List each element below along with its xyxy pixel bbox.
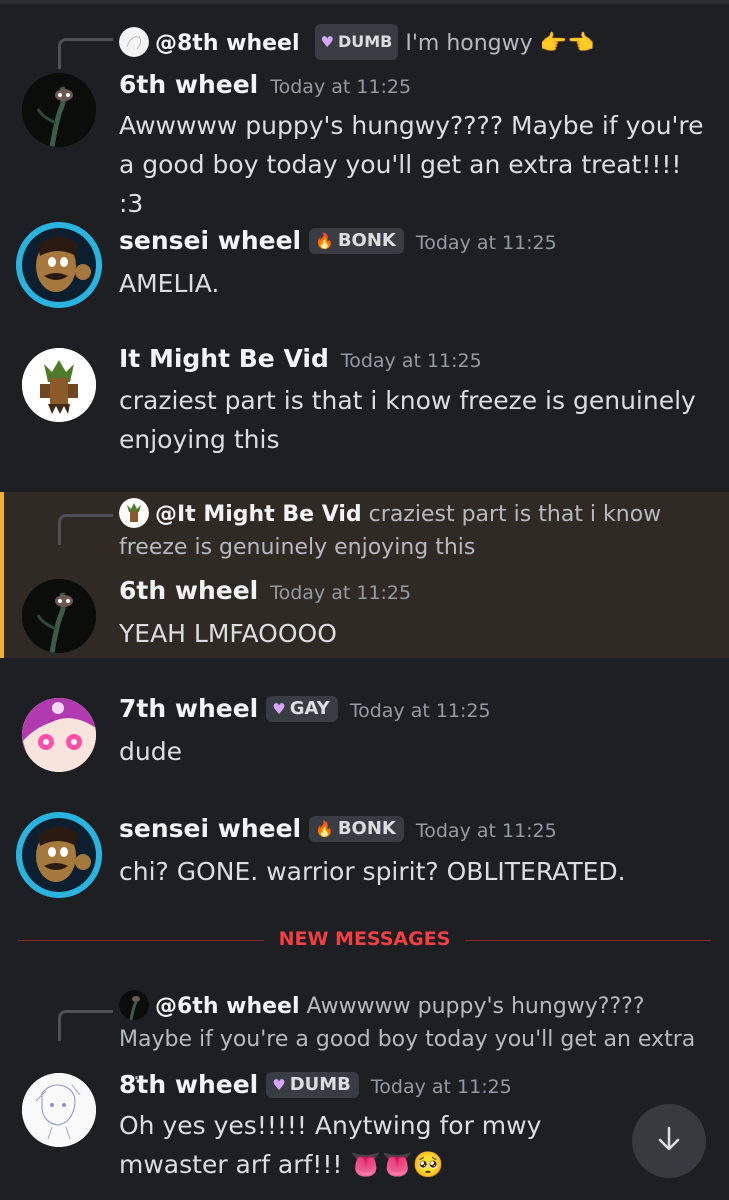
avatar[interactable] [16, 812, 102, 898]
timestamp: Today at 11:25 [340, 350, 482, 372]
avatar[interactable] [22, 73, 96, 147]
message-item-highlighted[interactable]: @It Might Be Vid craziest part is that i… [0, 492, 729, 658]
author-name[interactable]: 6th wheel [119, 576, 258, 605]
reply-avatar [119, 27, 149, 57]
role-badge: ♥ DUMB [314, 24, 399, 60]
author-name[interactable]: sensei wheel [119, 226, 301, 255]
timestamp: Today at 11:25 [270, 582, 412, 604]
author-name[interactable]: 8th wheel [119, 1070, 258, 1099]
avatar[interactable] [22, 698, 96, 772]
timestamp: Today at 11:25 [349, 700, 491, 722]
reply-preview[interactable]: @8th wheel ♥ DUMB I'm hongwy 👉👈 [119, 24, 709, 60]
message-text: chi? GONE. warrior spirit? OBLITERATED. [119, 857, 626, 886]
avatar[interactable] [22, 348, 96, 422]
timestamp: Today at 11:25 [270, 76, 412, 98]
new-messages-label: NEW MESSAGES [278, 928, 451, 950]
timestamp: Today at 11:25 [415, 820, 557, 842]
message-item[interactable]: @6th wheel Awwwww puppy's hungwy???? May… [0, 980, 729, 1200]
timestamp: Today at 11:25 [415, 232, 557, 254]
reply-spine [58, 514, 113, 545]
message-item[interactable]: @8th wheel ♥ DUMB I'm hongwy 👉👈 6th wheel… [0, 0, 729, 218]
message-text: YEAH LMFAOOOO [119, 619, 337, 648]
avatar[interactable] [22, 1073, 96, 1147]
new-messages-divider: NEW MESSAGES [18, 928, 711, 950]
reply-avatar [119, 990, 149, 1020]
message-emoji: 👅👅🥺 [350, 1150, 444, 1179]
role-badge: ♥ DUMB [266, 1072, 359, 1098]
reply-avatar [119, 498, 149, 528]
message-text: Oh yes yes!!!!! Anytwing for mwy mwaster… [119, 1111, 542, 1179]
reply-author[interactable]: @It Might Be Vid [155, 502, 362, 527]
author-name[interactable]: 7th wheel [119, 694, 258, 723]
reply-preview[interactable]: @It Might Be Vid craziest part is that i… [119, 498, 709, 564]
message-text: Awwwww puppy's hungwy???? Maybe if you'r… [119, 111, 704, 218]
message-item[interactable]: sensei wheel 🔥 BONK Today at 11:25 chi? GON… [0, 800, 729, 910]
message-item[interactable]: sensei wheel 🔥 BONK Today at 11:25 AMELIA. [0, 212, 729, 322]
reply-author[interactable]: @8th wheel [155, 31, 300, 56]
message-text: AMELIA. [119, 269, 220, 298]
timestamp: Today at 11:25 [370, 1076, 512, 1098]
author-name[interactable]: It Might Be Vid [119, 344, 329, 373]
reply-text: I'm hongwy [405, 31, 533, 56]
role-badge: 🔥 BONK [309, 816, 404, 842]
scroll-to-bottom-button[interactable] [632, 1104, 706, 1178]
reply-emoji: 👉👈 [539, 31, 595, 56]
avatar[interactable] [22, 579, 96, 653]
reply-spine [58, 38, 113, 69]
arrow-down-icon [654, 1124, 684, 1158]
author-name[interactable]: 6th wheel [119, 70, 258, 99]
message-text: craziest part is that i know freeze is g… [119, 386, 696, 454]
avatar[interactable] [16, 222, 102, 308]
role-badge: 🔥 BONK [309, 228, 404, 254]
message-text: dude [119, 737, 182, 766]
role-badge: ♥ GAY [266, 696, 338, 722]
message-item[interactable]: It Might Be Vid Today at 11:25 craziest p… [0, 330, 729, 480]
author-name[interactable]: sensei wheel [119, 814, 301, 843]
message-item[interactable]: 7th wheel ♥ GAY Today at 11:25 dude [0, 680, 729, 790]
reply-author[interactable]: @6th wheel [155, 994, 300, 1019]
reply-spine [58, 1010, 113, 1041]
divider-line-right [465, 940, 711, 941]
